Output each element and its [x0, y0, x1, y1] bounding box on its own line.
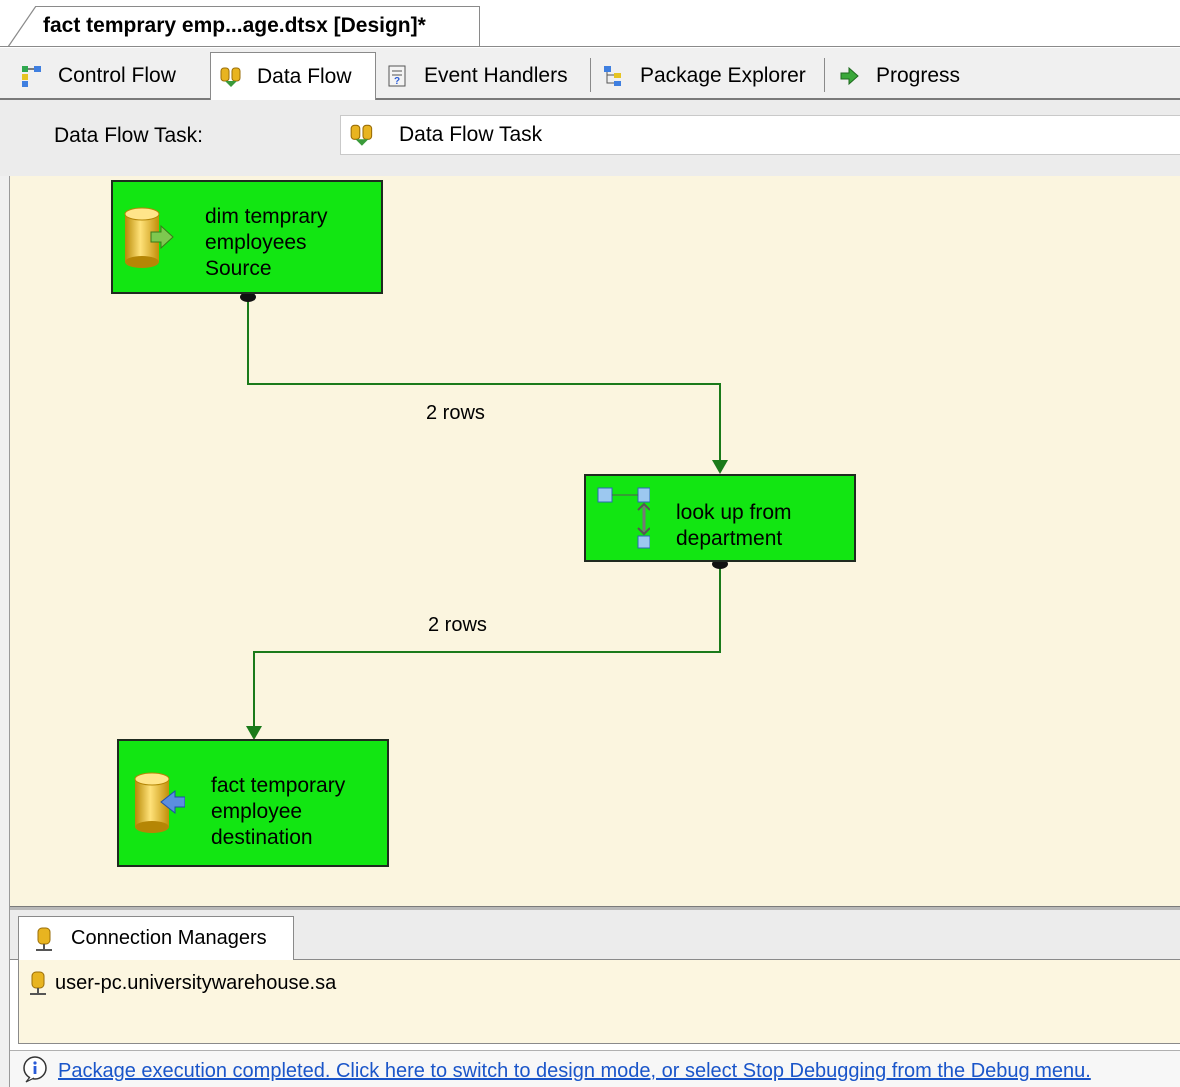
data-flow-icon: [219, 65, 243, 89]
connection-managers-tab-strip: Connection Managers: [10, 910, 1180, 960]
status-info-bar: Package execution completed. Click here …: [10, 1050, 1180, 1087]
component-label-line: employees: [205, 231, 307, 254]
switch-to-design-mode-link[interactable]: Package execution completed. Click here …: [58, 1060, 1091, 1083]
component-label-line: Source: [205, 257, 272, 280]
svg-text:?: ?: [394, 76, 400, 87]
tab-label: Connection Managers: [71, 927, 267, 949]
tab-event-handlers[interactable]: ? Event Handlers: [386, 54, 568, 98]
progress-arrow-icon: [838, 64, 862, 88]
tab-label: Data Flow: [257, 64, 352, 88]
tab-control-flow[interactable]: Control Flow: [20, 54, 176, 98]
component-label-line: dim temprary: [205, 205, 328, 228]
component-label-line: destination: [211, 826, 313, 849]
event-handlers-icon: ?: [386, 64, 410, 88]
control-flow-icon: [20, 64, 44, 88]
component-label-line: look up from: [676, 501, 792, 524]
path-lookup-to-destination[interactable]: [246, 559, 728, 740]
ole-db-source-icon: [124, 207, 174, 268]
tab-label: Package Explorer: [640, 64, 806, 87]
tab-separator: [824, 58, 825, 92]
component-label-line: employee: [211, 800, 303, 823]
ole-db-destination-icon: [134, 772, 185, 833]
task-selector-row: Data Flow Task: Data Flow Task: [0, 100, 1180, 176]
left-gutter: [0, 176, 10, 1087]
tab-separator: [590, 58, 591, 92]
tab-progress[interactable]: Progress: [838, 54, 960, 98]
component-label-line: fact temporary: [211, 774, 346, 797]
designer-tab-bar: Control Flow Data Flow ? Event Handlers: [0, 48, 1180, 100]
tab-connection-managers[interactable]: Connection Managers: [18, 916, 294, 960]
tab-label: Control Flow: [58, 64, 176, 87]
lookup-component[interactable]: look up from department: [584, 474, 856, 562]
task-selector-dropdown[interactable]: Data Flow Task: [340, 115, 1180, 155]
path-row-count-label: 2 rows: [426, 402, 485, 424]
tab-label: Progress: [876, 64, 961, 87]
source-component[interactable]: dim temprary employees Source: [111, 180, 383, 294]
path-row-count-label: 2 rows: [428, 614, 487, 636]
tab-label: Event Handlers: [424, 64, 568, 87]
connection-manager-item[interactable]: user-pc.universitywarehouse.sa: [27, 970, 336, 996]
tab-slant-edge: [8, 6, 37, 47]
info-icon: [23, 1056, 47, 1083]
connection-manager-label: user-pc.universitywarehouse.sa: [55, 971, 337, 994]
document-tab-strip: fact temprary emp...age.dtsx [Design]*: [0, 0, 1180, 47]
task-selector-value: Data Flow Task: [399, 123, 543, 146]
connection-manager-icon: [36, 927, 52, 951]
data-flow-icon: [349, 122, 377, 148]
connection-manager-icon: [30, 971, 46, 995]
destination-component[interactable]: fact temporary employee destination: [117, 739, 389, 867]
path-source-to-lookup[interactable]: [240, 292, 728, 474]
document-tab-title: fact temprary emp...age.dtsx [Design]*: [43, 14, 426, 37]
component-label-line: department: [676, 527, 783, 550]
data-flow-canvas[interactable]: 2 rows 2 rows dim temprary employees Sou…: [10, 176, 1180, 906]
lookup-transform-icon: [597, 487, 650, 549]
tab-package-explorer[interactable]: Package Explorer: [602, 54, 806, 98]
task-selector-label: Data Flow Task:: [54, 124, 203, 147]
connection-managers-panel: user-pc.universitywarehouse.sa: [18, 960, 1180, 1044]
package-explorer-icon: [602, 64, 626, 88]
tab-data-flow[interactable]: Data Flow: [210, 52, 376, 100]
document-tab[interactable]: fact temprary emp...age.dtsx [Design]*: [8, 6, 480, 46]
